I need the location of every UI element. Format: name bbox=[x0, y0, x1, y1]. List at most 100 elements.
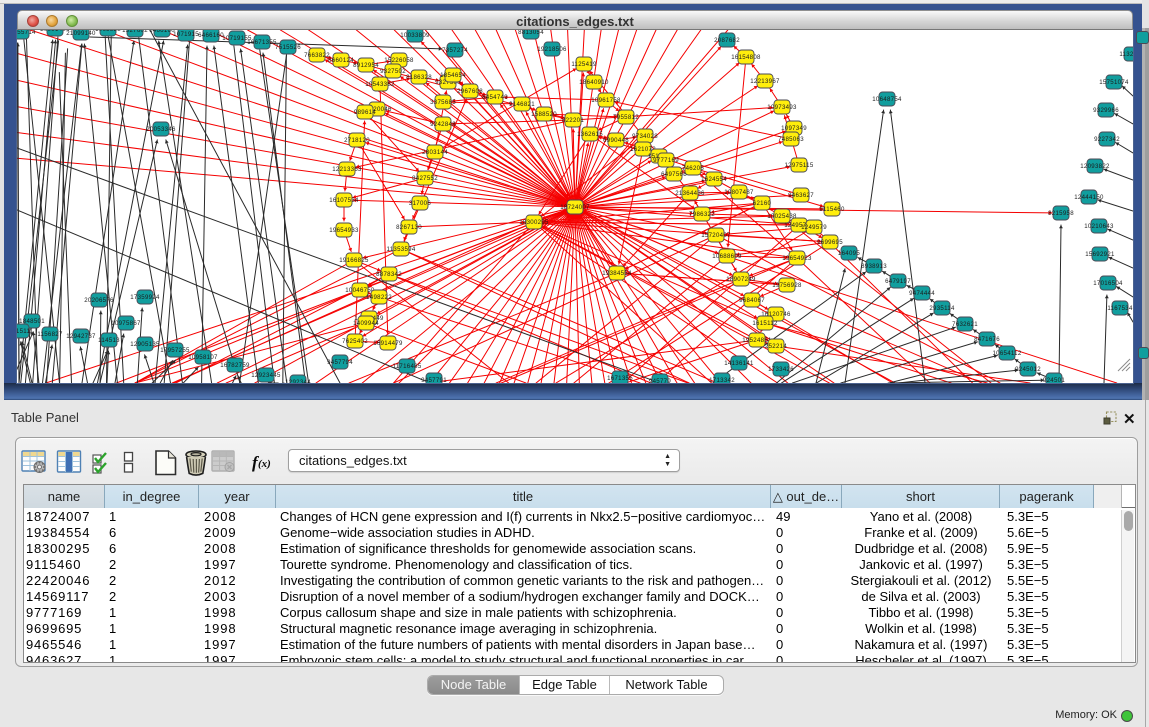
svg-text:8427552: 8427552 bbox=[412, 175, 438, 182]
svg-text:12905135: 12905135 bbox=[130, 341, 160, 348]
svg-text:6466160: 6466160 bbox=[198, 32, 224, 39]
svg-text:1097349: 1097349 bbox=[781, 125, 807, 132]
svg-text:19218506: 19218506 bbox=[537, 46, 567, 53]
svg-text:1854654: 1854654 bbox=[440, 72, 466, 79]
svg-text:8215958: 8215958 bbox=[1048, 210, 1074, 217]
svg-text:945779: 945779 bbox=[649, 378, 671, 383]
svg-text:9115460: 9115460 bbox=[819, 206, 845, 213]
svg-text:10543382: 10543382 bbox=[365, 81, 395, 88]
svg-text:317006: 317006 bbox=[409, 200, 431, 207]
svg-text:14136141: 14136141 bbox=[724, 360, 754, 367]
svg-text:17016504: 17016504 bbox=[1093, 280, 1123, 287]
svg-text:1409944: 1409944 bbox=[353, 320, 379, 327]
svg-text:6466160: 6466160 bbox=[149, 30, 175, 34]
svg-text:1527602: 1527602 bbox=[122, 30, 148, 34]
svg-text:9463627: 9463627 bbox=[788, 192, 814, 199]
svg-text:989614: 989614 bbox=[354, 109, 376, 116]
svg-text:9245012: 9245012 bbox=[1015, 366, 1041, 373]
svg-text:7357274: 7357274 bbox=[442, 47, 468, 54]
svg-text:8878342: 8878342 bbox=[376, 271, 402, 278]
svg-text:1249579: 1249579 bbox=[801, 224, 827, 231]
svg-text:20206576: 20206576 bbox=[84, 297, 114, 304]
svg-text:1733426: 1733426 bbox=[768, 366, 794, 373]
svg-text:10958107: 10958107 bbox=[188, 354, 218, 361]
svg-text:7515526: 7515526 bbox=[275, 44, 301, 51]
svg-text:10654112: 10654112 bbox=[992, 350, 1021, 357]
svg-text:822201: 822201 bbox=[562, 117, 584, 124]
svg-text:1498222: 1498222 bbox=[366, 294, 392, 301]
svg-text:21364436: 21364436 bbox=[675, 190, 705, 197]
svg-text:16154808: 16154808 bbox=[731, 54, 761, 61]
svg-text:18300295: 18300295 bbox=[519, 219, 549, 226]
svg-text:1156827: 1156827 bbox=[37, 331, 63, 338]
svg-text:10688609: 10688609 bbox=[712, 253, 742, 260]
svg-text:10975867: 10975867 bbox=[111, 320, 141, 327]
svg-text:19654933: 19654933 bbox=[329, 227, 359, 234]
svg-text:924501: 924501 bbox=[1043, 377, 1065, 383]
svg-text:1588520: 1588520 bbox=[531, 111, 557, 118]
svg-text:11353594: 11353594 bbox=[386, 246, 415, 253]
svg-text:3375685: 3375685 bbox=[430, 99, 456, 106]
svg-text:9457791: 9457791 bbox=[421, 377, 447, 383]
svg-text:17957255: 17957255 bbox=[160, 347, 190, 354]
svg-text:8938913: 8938913 bbox=[861, 263, 887, 270]
svg-text:10961758: 10961758 bbox=[591, 97, 621, 104]
svg-text:1125419: 1125419 bbox=[571, 61, 597, 68]
svg-text:12923445: 12923445 bbox=[251, 372, 281, 379]
svg-text:15226058: 15226058 bbox=[384, 57, 414, 64]
svg-text:8471676: 8471676 bbox=[974, 336, 1000, 343]
svg-text:746206: 746206 bbox=[682, 165, 704, 172]
svg-text:2935114: 2935114 bbox=[929, 305, 955, 312]
svg-text:9777169: 9777169 bbox=[653, 157, 679, 164]
svg-text:10648754: 10648754 bbox=[872, 96, 902, 103]
svg-text:10807487: 10807487 bbox=[724, 189, 754, 196]
svg-text:2087682: 2087682 bbox=[714, 37, 740, 44]
svg-text:18907249: 18907249 bbox=[726, 276, 756, 283]
svg-text:1065528: 1065528 bbox=[95, 30, 121, 33]
svg-text:16107534: 16107534 bbox=[329, 197, 359, 204]
svg-text:18640910: 18640910 bbox=[579, 79, 609, 86]
svg-text:9242848: 9242848 bbox=[430, 121, 456, 128]
svg-text:7955812: 7955812 bbox=[613, 114, 639, 121]
svg-text:9146821: 9146821 bbox=[509, 101, 535, 108]
svg-text:8454749: 8454749 bbox=[482, 94, 508, 101]
svg-text:9734028: 9734028 bbox=[632, 133, 658, 140]
svg-text:15751074: 15751074 bbox=[1099, 79, 1129, 86]
svg-text:8267130: 8267130 bbox=[396, 224, 422, 231]
svg-text:9327502: 9327502 bbox=[380, 68, 406, 75]
svg-text:14055714: 14055714 bbox=[17, 30, 36, 36]
svg-text:9699695: 9699695 bbox=[817, 239, 843, 246]
svg-text:17359924: 17359924 bbox=[130, 294, 160, 301]
svg-text:11716485: 11716485 bbox=[392, 363, 421, 370]
svg-text:1362615: 1362615 bbox=[577, 131, 603, 138]
svg-text:9684067: 9684067 bbox=[739, 297, 765, 304]
svg-text:164095: 164095 bbox=[838, 250, 860, 257]
svg-text:7625402: 7625402 bbox=[342, 338, 368, 345]
svg-text:12093822: 12093822 bbox=[1080, 163, 1110, 170]
svg-text:8912954: 8912954 bbox=[353, 62, 379, 69]
svg-text:1615112: 1615112 bbox=[752, 320, 778, 327]
svg-text:12942737: 12942737 bbox=[66, 333, 96, 340]
svg-text:16914479: 16914479 bbox=[373, 340, 403, 347]
svg-text:7663822: 7663822 bbox=[304, 52, 330, 59]
svg-text:1671355: 1671355 bbox=[607, 375, 633, 382]
svg-text:19384554: 19384554 bbox=[602, 270, 632, 277]
svg-text:16782759: 16782759 bbox=[220, 362, 250, 369]
svg-text:9457794: 9457794 bbox=[327, 359, 353, 366]
svg-text:19166825: 19166825 bbox=[339, 257, 369, 264]
svg-text:21099140: 21099140 bbox=[66, 30, 96, 37]
svg-text:19756928: 19756928 bbox=[772, 282, 802, 289]
svg-text:1624554: 1624554 bbox=[701, 176, 727, 183]
svg-text:8660124: 8660124 bbox=[328, 57, 354, 64]
svg-text:8813054: 8813054 bbox=[518, 30, 544, 36]
svg-text:2803144: 2803144 bbox=[422, 149, 448, 156]
svg-text:12213363: 12213363 bbox=[332, 166, 362, 173]
svg-text:7632621: 7632621 bbox=[952, 321, 978, 328]
svg-text:(x): (x) bbox=[258, 458, 271, 470]
svg-text:1132549: 1132549 bbox=[1119, 51, 1133, 58]
svg-text:62160: 62160 bbox=[753, 200, 772, 207]
svg-text:18724007: 18724007 bbox=[560, 204, 590, 211]
svg-text:9329966: 9329966 bbox=[1093, 107, 1119, 114]
svg-text:10973493: 10973493 bbox=[767, 104, 797, 111]
svg-text:252214: 252214 bbox=[765, 343, 787, 350]
